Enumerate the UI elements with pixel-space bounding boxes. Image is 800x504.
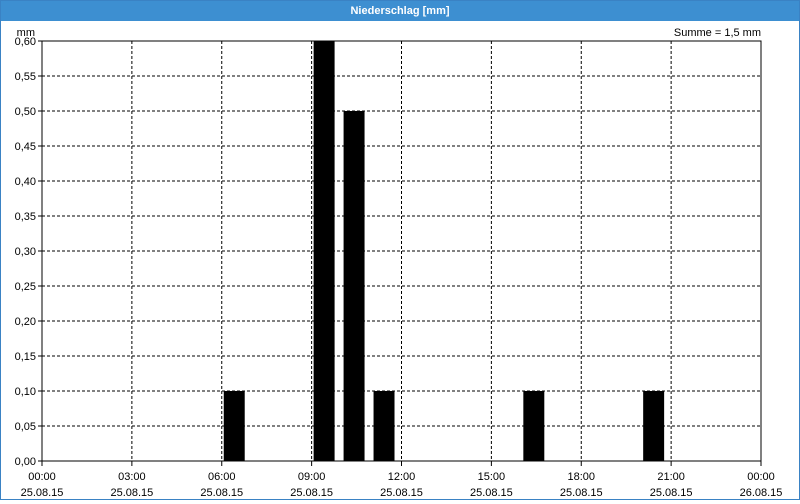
- x-tick-date-label: 25.08.15: [290, 487, 333, 499]
- window-title: Niederschlag [mm]: [1, 1, 799, 21]
- x-tick-time-label: 12:00: [388, 471, 416, 483]
- y-tick-label: 0,55: [15, 71, 36, 83]
- x-tick-time-label: 09:00: [298, 471, 326, 483]
- x-tick-date-label: 25.08.15: [21, 487, 64, 499]
- precipitation-bar: [643, 391, 665, 461]
- x-tick-time-label: 06:00: [208, 471, 236, 483]
- x-tick-date-label: 25.08.15: [110, 487, 153, 499]
- precipitation-chart: 0,00 0,05 0,10 0,15 0,20 0,25 0,30 0,35 0,40 0,45…: [15, 27, 783, 499]
- x-tick-time-label: 21:00: [657, 471, 685, 483]
- x-tick-time-label: 18:00: [567, 471, 595, 483]
- y-tick-label: 0,05: [15, 421, 36, 433]
- y-tick-label: 0,00: [15, 456, 36, 468]
- precipitation-bar: [373, 391, 395, 461]
- y-tick-label: 0,50: [15, 106, 36, 118]
- x-tick-time-label: 00:00: [747, 471, 775, 483]
- y-tick-label: 0,45: [15, 141, 36, 153]
- y-tick-label: 0,15: [15, 351, 36, 363]
- x-tick-date-label: 25.08.15: [470, 487, 513, 499]
- y-tick-label: 0,10: [15, 386, 36, 398]
- x-tick-time-label: 03:00: [118, 471, 146, 483]
- y-tick-label: 0,20: [15, 316, 36, 328]
- y-tick-label: 0,40: [15, 176, 36, 188]
- x-tick-time-label: 00:00: [28, 471, 56, 483]
- x-tick-date-label: 25.08.15: [650, 487, 693, 499]
- precipitation-bar: [523, 391, 545, 461]
- x-tick-date-label: 25.08.15: [380, 487, 423, 499]
- sum-label: Summe = 1,5 mm: [674, 27, 761, 39]
- precipitation-bar: [223, 391, 245, 461]
- y-tick-label: 0,30: [15, 246, 36, 258]
- x-tick-date-label: 25.08.15: [560, 487, 603, 499]
- y-tick-label: 0,35: [15, 211, 36, 223]
- precipitation-bar: [343, 111, 365, 461]
- chart-window: Niederschlag [mm] 0,00 0,05 0,10 0,15 0,20 0,…: [0, 0, 800, 500]
- precipitation-bar: [313, 41, 335, 461]
- x-tick-date-label: 25.08.15: [200, 487, 243, 499]
- x-tick-date-label: 26.08.15: [740, 487, 783, 499]
- y-tick-label: 0,25: [15, 281, 36, 293]
- y-unit-label: mm: [17, 27, 35, 39]
- x-tick-time-label: 15:00: [478, 471, 506, 483]
- chart-area: 0,00 0,05 0,10 0,15 0,20 0,25 0,30 0,35 0,40 0,45…: [1, 21, 799, 499]
